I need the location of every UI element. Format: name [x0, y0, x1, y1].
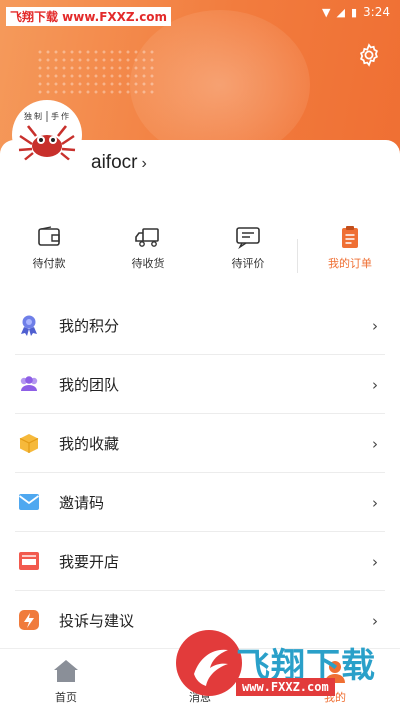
chevron-right-icon: ›	[372, 552, 378, 571]
chevron-right-icon: ›	[372, 611, 378, 630]
menu-item-invite-code[interactable]: 邀请码 ›	[0, 473, 400, 532]
tab-home[interactable]: 首页	[21, 649, 111, 705]
truck-icon	[135, 228, 159, 247]
box-icon	[19, 434, 39, 453]
chevron-right-icon: ›	[372, 434, 378, 453]
chevron-right-icon: ›	[372, 375, 378, 394]
menu-item-favorites[interactable]: 我的收藏 ›	[0, 414, 400, 473]
order-label: 待付款	[32, 257, 66, 270]
menu-item-team[interactable]: 我的团队 ›	[0, 355, 400, 414]
chevron-right-icon: ›	[141, 155, 147, 172]
order-label: 我的订单	[328, 257, 372, 270]
username-link[interactable]: aifocr ›	[91, 152, 147, 174]
svg-text:手: 手	[51, 111, 59, 121]
order-divider	[297, 239, 298, 273]
menu-item-open-store[interactable]: 我要开店 ›	[0, 532, 400, 591]
team-icon	[20, 376, 38, 391]
home-icon	[54, 660, 78, 682]
watermark-bottom: 飞翔下载 www.FXXZ.com	[176, 630, 396, 710]
menu-item-label: 我要开店	[59, 553, 120, 571]
order-label: 待收货	[131, 257, 165, 270]
avatar[interactable]: 独 制 手 作	[14, 102, 80, 168]
comment-icon	[236, 227, 260, 249]
order-pending-receipt[interactable]: 待收货	[103, 225, 193, 271]
watermark-top: 飞翔下载 www.FXXZ.com	[6, 7, 172, 26]
envelope-icon	[18, 494, 40, 510]
menu-item-label: 我的收藏	[59, 435, 120, 453]
order-pending-review[interactable]: 待评价	[203, 225, 293, 271]
gear-icon	[360, 43, 378, 67]
header-glow	[130, 10, 310, 160]
menu-item-label: 我的积分	[59, 317, 120, 335]
menu-item-label: 投诉与建议	[59, 612, 135, 630]
medal-icon	[21, 315, 37, 336]
tab-label: 首页	[55, 691, 77, 704]
menu-item-label: 邀请码	[59, 494, 105, 512]
svg-text:制: 制	[34, 111, 42, 121]
svg-text:作: 作	[61, 111, 69, 121]
menu-item-label: 我的团队	[59, 376, 120, 394]
watermark-bird-icon	[194, 649, 228, 686]
clipboard-icon	[342, 226, 358, 248]
menu-item-points[interactable]: 我的积分 ›	[0, 296, 400, 355]
order-pending-payment[interactable]: 待付款	[4, 225, 94, 271]
order-label: 待评价	[231, 257, 265, 270]
avatar-crab-image: 独 制 手 作	[14, 102, 80, 168]
header-dot-pattern	[36, 48, 156, 94]
chevron-right-icon: ›	[372, 493, 378, 512]
order-shortcuts: 待付款 待收货 待评价 我的订单	[0, 225, 400, 285]
watermark-url: www.FXXZ.com	[236, 678, 335, 696]
battery-icon: ▮	[350, 5, 358, 19]
lightning-icon	[19, 610, 39, 630]
wallet-icon	[38, 226, 60, 246]
my-orders[interactable]: 我的订单	[305, 225, 395, 271]
menu-list: 我的积分 › 我的团队 › 我的收藏 › 邀请码 › 我要开店 › 投诉与建议 …	[0, 296, 400, 650]
chevron-right-icon: ›	[372, 316, 378, 335]
status-time: 3:24	[363, 5, 390, 19]
wifi-icon: ▼	[322, 5, 331, 19]
signal-icon: ◢	[336, 5, 345, 19]
username: aifocr	[91, 152, 138, 173]
store-icon	[19, 552, 39, 570]
svg-text:独: 独	[24, 111, 32, 121]
settings-button[interactable]	[356, 42, 382, 68]
watermark-logo	[176, 630, 242, 696]
